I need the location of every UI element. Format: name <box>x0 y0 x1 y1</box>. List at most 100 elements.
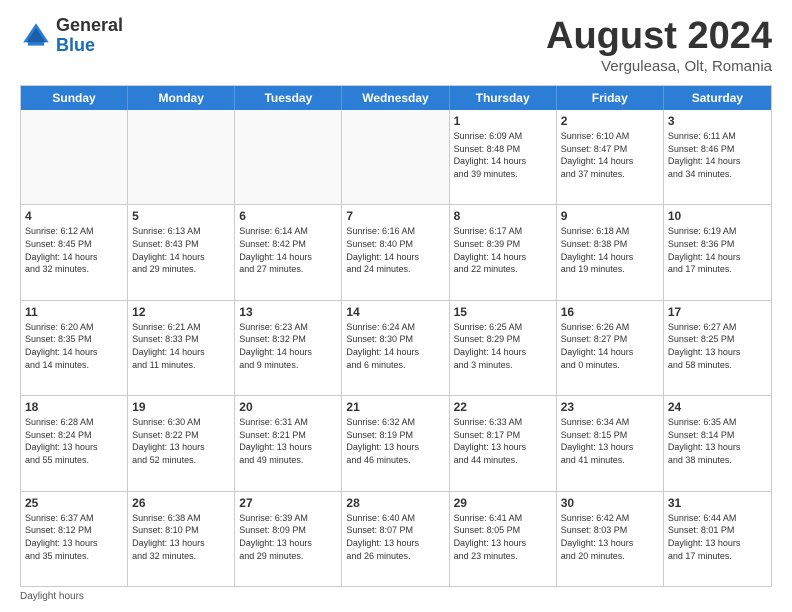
day-of-week-header: Tuesday <box>235 86 342 110</box>
day-number: 6 <box>239 208 337 224</box>
day-info: Sunrise: 6:12 AM Sunset: 8:45 PM Dayligh… <box>25 225 123 275</box>
day-cell: 17Sunrise: 6:27 AM Sunset: 8:25 PM Dayli… <box>664 301 771 395</box>
day-cell: 26Sunrise: 6:38 AM Sunset: 8:10 PM Dayli… <box>128 492 235 586</box>
day-info: Sunrise: 6:35 AM Sunset: 8:14 PM Dayligh… <box>668 416 767 466</box>
logo-text: General Blue <box>56 16 123 56</box>
day-cell: 30Sunrise: 6:42 AM Sunset: 8:03 PM Dayli… <box>557 492 664 586</box>
day-number: 4 <box>25 208 123 224</box>
day-info: Sunrise: 6:33 AM Sunset: 8:17 PM Dayligh… <box>454 416 552 466</box>
day-cell: 3Sunrise: 6:11 AM Sunset: 8:46 PM Daylig… <box>664 110 771 204</box>
day-number: 17 <box>668 304 767 320</box>
day-cell: 20Sunrise: 6:31 AM Sunset: 8:21 PM Dayli… <box>235 396 342 490</box>
day-number: 3 <box>668 113 767 129</box>
day-info: Sunrise: 6:38 AM Sunset: 8:10 PM Dayligh… <box>132 512 230 562</box>
day-cell: 31Sunrise: 6:44 AM Sunset: 8:01 PM Dayli… <box>664 492 771 586</box>
day-cell: 18Sunrise: 6:28 AM Sunset: 8:24 PM Dayli… <box>21 396 128 490</box>
calendar-body: 1Sunrise: 6:09 AM Sunset: 8:48 PM Daylig… <box>21 110 771 586</box>
day-number: 11 <box>25 304 123 320</box>
day-cell: 14Sunrise: 6:24 AM Sunset: 8:30 PM Dayli… <box>342 301 449 395</box>
empty-day-cell <box>342 110 449 204</box>
day-number: 5 <box>132 208 230 224</box>
day-info: Sunrise: 6:37 AM Sunset: 8:12 PM Dayligh… <box>25 512 123 562</box>
header: General Blue August 2024 Verguleasa, Olt… <box>20 16 772 75</box>
day-info: Sunrise: 6:34 AM Sunset: 8:15 PM Dayligh… <box>561 416 659 466</box>
day-info: Sunrise: 6:41 AM Sunset: 8:05 PM Dayligh… <box>454 512 552 562</box>
day-number: 14 <box>346 304 444 320</box>
day-cell: 10Sunrise: 6:19 AM Sunset: 8:36 PM Dayli… <box>664 205 771 299</box>
day-info: Sunrise: 6:32 AM Sunset: 8:19 PM Dayligh… <box>346 416 444 466</box>
footer-note: Daylight hours <box>20 591 772 602</box>
day-number: 29 <box>454 495 552 511</box>
day-cell: 21Sunrise: 6:32 AM Sunset: 8:19 PM Dayli… <box>342 396 449 490</box>
calendar-week-row: 25Sunrise: 6:37 AM Sunset: 8:12 PM Dayli… <box>21 491 771 586</box>
day-cell: 9Sunrise: 6:18 AM Sunset: 8:38 PM Daylig… <box>557 205 664 299</box>
day-number: 13 <box>239 304 337 320</box>
calendar-week-row: 1Sunrise: 6:09 AM Sunset: 8:48 PM Daylig… <box>21 110 771 204</box>
day-cell: 2Sunrise: 6:10 AM Sunset: 8:47 PM Daylig… <box>557 110 664 204</box>
day-of-week-header: Monday <box>128 86 235 110</box>
location: Verguleasa, Olt, Romania <box>546 58 772 75</box>
day-cell: 22Sunrise: 6:33 AM Sunset: 8:17 PM Dayli… <box>450 396 557 490</box>
day-number: 19 <box>132 399 230 415</box>
day-number: 16 <box>561 304 659 320</box>
day-of-week-header: Sunday <box>21 86 128 110</box>
day-number: 28 <box>346 495 444 511</box>
day-number: 24 <box>668 399 767 415</box>
day-number: 27 <box>239 495 337 511</box>
day-number: 8 <box>454 208 552 224</box>
day-cell: 25Sunrise: 6:37 AM Sunset: 8:12 PM Dayli… <box>21 492 128 586</box>
day-number: 22 <box>454 399 552 415</box>
day-number: 7 <box>346 208 444 224</box>
day-info: Sunrise: 6:09 AM Sunset: 8:48 PM Dayligh… <box>454 130 552 180</box>
day-of-week-header: Wednesday <box>342 86 449 110</box>
calendar-header: SundayMondayTuesdayWednesdayThursdayFrid… <box>21 86 771 110</box>
day-number: 31 <box>668 495 767 511</box>
day-info: Sunrise: 6:26 AM Sunset: 8:27 PM Dayligh… <box>561 321 659 371</box>
day-info: Sunrise: 6:21 AM Sunset: 8:33 PM Dayligh… <box>132 321 230 371</box>
day-info: Sunrise: 6:40 AM Sunset: 8:07 PM Dayligh… <box>346 512 444 562</box>
calendar-week-row: 11Sunrise: 6:20 AM Sunset: 8:35 PM Dayli… <box>21 300 771 395</box>
day-info: Sunrise: 6:23 AM Sunset: 8:32 PM Dayligh… <box>239 321 337 371</box>
day-cell: 5Sunrise: 6:13 AM Sunset: 8:43 PM Daylig… <box>128 205 235 299</box>
logo-icon <box>20 20 52 52</box>
day-of-week-header: Friday <box>557 86 664 110</box>
day-cell: 28Sunrise: 6:40 AM Sunset: 8:07 PM Dayli… <box>342 492 449 586</box>
day-cell: 6Sunrise: 6:14 AM Sunset: 8:42 PM Daylig… <box>235 205 342 299</box>
day-info: Sunrise: 6:18 AM Sunset: 8:38 PM Dayligh… <box>561 225 659 275</box>
day-cell: 27Sunrise: 6:39 AM Sunset: 8:09 PM Dayli… <box>235 492 342 586</box>
day-cell: 23Sunrise: 6:34 AM Sunset: 8:15 PM Dayli… <box>557 396 664 490</box>
day-info: Sunrise: 6:42 AM Sunset: 8:03 PM Dayligh… <box>561 512 659 562</box>
day-info: Sunrise: 6:25 AM Sunset: 8:29 PM Dayligh… <box>454 321 552 371</box>
day-cell: 16Sunrise: 6:26 AM Sunset: 8:27 PM Dayli… <box>557 301 664 395</box>
day-number: 25 <box>25 495 123 511</box>
day-number: 20 <box>239 399 337 415</box>
day-cell: 8Sunrise: 6:17 AM Sunset: 8:39 PM Daylig… <box>450 205 557 299</box>
title-block: August 2024 Verguleasa, Olt, Romania <box>546 16 772 75</box>
day-cell: 11Sunrise: 6:20 AM Sunset: 8:35 PM Dayli… <box>21 301 128 395</box>
day-info: Sunrise: 6:28 AM Sunset: 8:24 PM Dayligh… <box>25 416 123 466</box>
calendar-week-row: 4Sunrise: 6:12 AM Sunset: 8:45 PM Daylig… <box>21 204 771 299</box>
page: General Blue August 2024 Verguleasa, Olt… <box>0 0 792 612</box>
day-of-week-header: Saturday <box>664 86 771 110</box>
day-info: Sunrise: 6:19 AM Sunset: 8:36 PM Dayligh… <box>668 225 767 275</box>
day-info: Sunrise: 6:14 AM Sunset: 8:42 PM Dayligh… <box>239 225 337 275</box>
calendar-week-row: 18Sunrise: 6:28 AM Sunset: 8:24 PM Dayli… <box>21 395 771 490</box>
day-number: 15 <box>454 304 552 320</box>
empty-day-cell <box>235 110 342 204</box>
day-info: Sunrise: 6:24 AM Sunset: 8:30 PM Dayligh… <box>346 321 444 371</box>
day-info: Sunrise: 6:10 AM Sunset: 8:47 PM Dayligh… <box>561 130 659 180</box>
day-number: 2 <box>561 113 659 129</box>
day-info: Sunrise: 6:20 AM Sunset: 8:35 PM Dayligh… <box>25 321 123 371</box>
month-title: August 2024 <box>546 16 772 58</box>
day-number: 10 <box>668 208 767 224</box>
day-info: Sunrise: 6:13 AM Sunset: 8:43 PM Dayligh… <box>132 225 230 275</box>
logo-general: General <box>56 15 123 35</box>
empty-day-cell <box>128 110 235 204</box>
day-number: 18 <box>25 399 123 415</box>
day-cell: 1Sunrise: 6:09 AM Sunset: 8:48 PM Daylig… <box>450 110 557 204</box>
day-number: 21 <box>346 399 444 415</box>
day-number: 9 <box>561 208 659 224</box>
day-info: Sunrise: 6:11 AM Sunset: 8:46 PM Dayligh… <box>668 130 767 180</box>
calendar: SundayMondayTuesdayWednesdayThursdayFrid… <box>20 85 772 587</box>
logo: General Blue <box>20 16 123 56</box>
